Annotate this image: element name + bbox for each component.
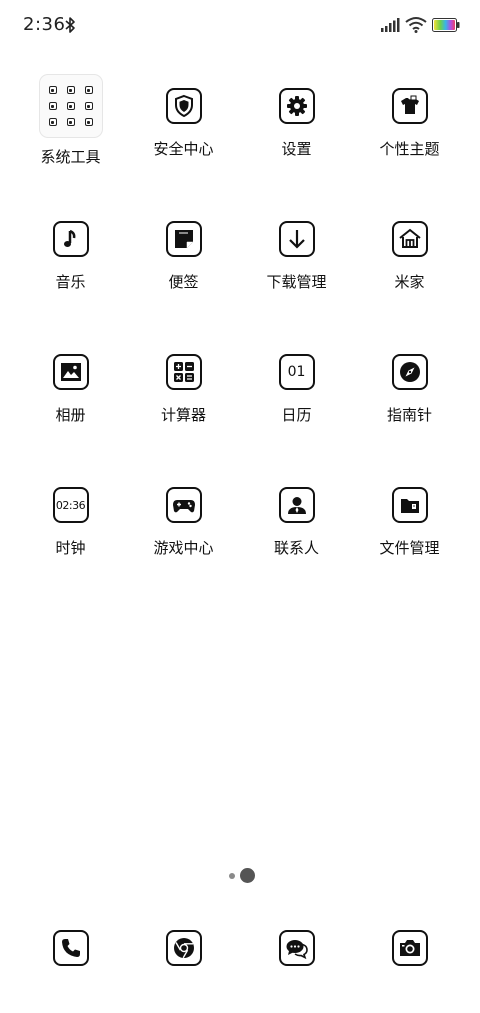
calculator-icon bbox=[165, 354, 202, 390]
calendar-icon: 01 bbox=[278, 354, 315, 390]
app-label: 设置 bbox=[281, 140, 312, 158]
app-label: 相册 bbox=[55, 406, 86, 424]
wifi-icon bbox=[405, 17, 427, 33]
app-security-center[interactable]: 安全中心 bbox=[127, 70, 240, 180]
app-label: 联系人 bbox=[273, 539, 319, 557]
app-label: 文件管理 bbox=[379, 539, 440, 557]
gamepad-icon bbox=[165, 487, 202, 523]
music-note-icon bbox=[52, 221, 89, 257]
contact-icon bbox=[278, 487, 315, 523]
calendar-date-text: 01 bbox=[287, 364, 306, 380]
camera-icon bbox=[392, 930, 428, 966]
shield-icon bbox=[165, 88, 202, 124]
messages-icon bbox=[279, 930, 315, 966]
mini-app-icon bbox=[48, 102, 57, 110]
app-mijia[interactable]: 米家 bbox=[353, 203, 466, 313]
folder-icon bbox=[39, 75, 102, 137]
app-notes[interactable]: 便签 bbox=[127, 203, 240, 313]
signal-icon bbox=[381, 18, 400, 32]
gallery-icon bbox=[52, 354, 89, 390]
clock-icon: 02:36 bbox=[52, 487, 89, 523]
phone-icon bbox=[53, 930, 89, 966]
app-label: 个性主题 bbox=[379, 140, 440, 158]
app-label: 日历 bbox=[281, 406, 312, 424]
app-label: 指南针 bbox=[386, 406, 432, 424]
app-contacts[interactable]: 联系人 bbox=[240, 469, 353, 579]
app-label: 系统工具 bbox=[40, 148, 101, 166]
app-label: 时钟 bbox=[55, 539, 86, 557]
dock-messages[interactable] bbox=[279, 930, 315, 966]
bluetooth-icon bbox=[65, 17, 75, 33]
app-music[interactable]: 音乐 bbox=[14, 203, 127, 313]
notes-icon bbox=[165, 221, 202, 257]
gear-icon bbox=[278, 88, 315, 124]
page-indicator[interactable] bbox=[228, 868, 258, 884]
mini-app-icon bbox=[48, 86, 57, 94]
app-calculator[interactable]: 计算器 bbox=[127, 336, 240, 446]
home-icon bbox=[391, 221, 428, 257]
app-file-manager[interactable]: 文件管理 bbox=[353, 469, 466, 579]
mini-app-icon bbox=[84, 118, 93, 126]
theme-shirt-icon bbox=[391, 88, 428, 124]
status-bar: 2:36 bbox=[0, 0, 480, 52]
mini-app-icon bbox=[66, 118, 75, 126]
app-label: 米家 bbox=[394, 273, 425, 291]
mini-app-icon bbox=[84, 102, 93, 110]
app-label: 安全中心 bbox=[153, 140, 214, 158]
app-label: 下载管理 bbox=[266, 273, 327, 291]
dock-phone[interactable] bbox=[53, 930, 89, 966]
app-settings[interactable]: 设置 bbox=[240, 70, 353, 180]
app-calendar[interactable]: 01 日历 bbox=[240, 336, 353, 446]
app-label: 音乐 bbox=[55, 273, 86, 291]
clock-time-text: 02:36 bbox=[55, 498, 86, 512]
browser-icon bbox=[166, 930, 202, 966]
mini-app-icon bbox=[48, 118, 57, 126]
app-game-center[interactable]: 游戏中心 bbox=[127, 469, 240, 579]
page-dot-2-active[interactable] bbox=[240, 868, 255, 883]
home-screen: 2:36 系统工具 安全中心 设置 个性主题 音乐 便签 下载管理 米家 相册 … bbox=[0, 0, 480, 1013]
status-time: 2:36 bbox=[23, 14, 66, 35]
battery-icon bbox=[432, 18, 460, 32]
dock-browser[interactable] bbox=[166, 930, 202, 966]
dock-camera[interactable] bbox=[392, 930, 428, 966]
app-label: 计算器 bbox=[160, 406, 206, 424]
compass-icon bbox=[391, 354, 428, 390]
app-label: 游戏中心 bbox=[153, 539, 214, 557]
app-clock[interactable]: 02:36 时钟 bbox=[14, 469, 127, 579]
mini-app-icon bbox=[66, 102, 75, 110]
app-downloads[interactable]: 下载管理 bbox=[240, 203, 353, 313]
app-label: 便签 bbox=[168, 273, 199, 291]
app-themes[interactable]: 个性主题 bbox=[353, 70, 466, 180]
mini-app-icon bbox=[66, 86, 75, 94]
app-gallery[interactable]: 相册 bbox=[14, 336, 127, 446]
download-arrow-icon bbox=[278, 221, 315, 257]
page-dot-1[interactable] bbox=[229, 873, 235, 879]
mini-app-icon bbox=[84, 86, 93, 94]
app-system-tools[interactable]: 系统工具 bbox=[14, 70, 127, 180]
file-manager-icon bbox=[391, 487, 428, 523]
app-compass[interactable]: 指南针 bbox=[353, 336, 466, 446]
